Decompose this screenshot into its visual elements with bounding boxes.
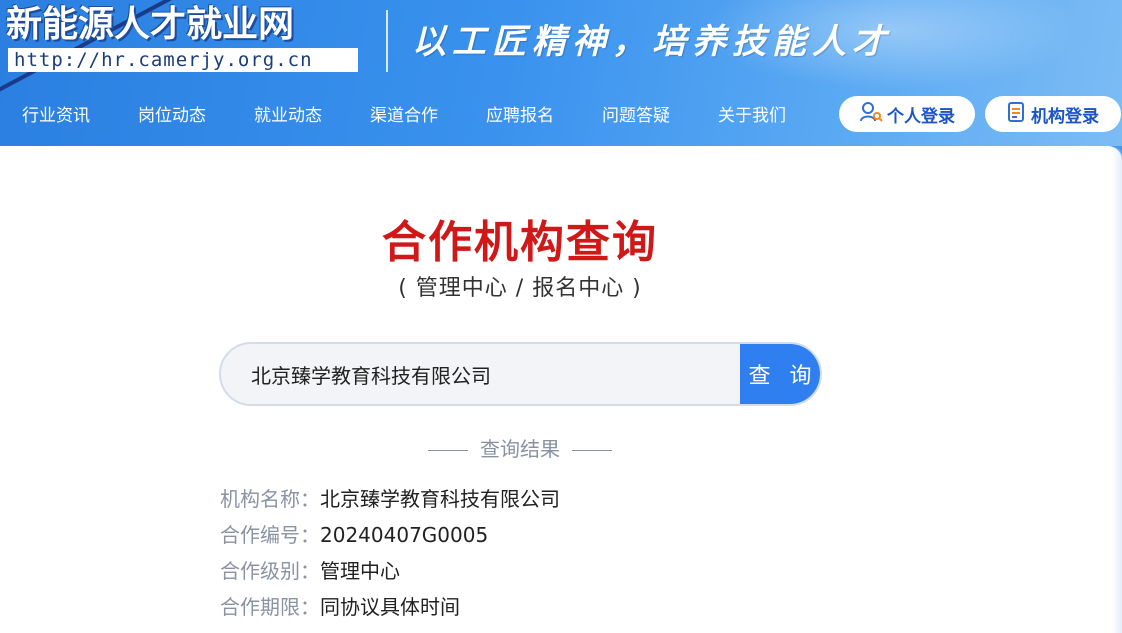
result-row-coop-level: 合作级别：管理中心 <box>220 557 400 585</box>
heading-line-left <box>427 450 468 451</box>
result-value: 北京臻学教育科技有限公司 <box>320 487 560 511</box>
search-button[interactable]: 查 询 <box>740 344 820 404</box>
org-search-input[interactable] <box>221 344 743 404</box>
site-logo[interactable]: 新能源人才就业网 http://hr.camerjy.org.cn <box>6 4 358 74</box>
personal-login-button[interactable]: 个人登录 <box>839 96 975 132</box>
result-value: 同协议具体时间 <box>320 595 460 619</box>
panel-edge <box>1112 146 1122 633</box>
result-row-org-name: 机构名称：北京臻学教育科技有限公司 <box>220 485 560 513</box>
nav-item-industry-news[interactable]: 行业资讯 <box>22 96 90 136</box>
site-url: http://hr.camerjy.org.cn <box>8 48 358 72</box>
result-value: 20240407G0005 <box>320 523 489 547</box>
nav-item-job-updates[interactable]: 岗位动态 <box>138 96 206 136</box>
user-search-icon <box>859 101 887 128</box>
org-login-button[interactable]: 机构登录 <box>985 96 1121 132</box>
result-row-coop-number: 合作编号：20240407G0005 <box>220 521 488 549</box>
site-title: 新能源人才就业网 <box>6 4 295 45</box>
nav-item-application[interactable]: 应聘报名 <box>486 96 554 136</box>
search-bar: 查 询 <box>219 342 822 406</box>
nav-item-channel-cooperation[interactable]: 渠道合作 <box>370 96 438 136</box>
result-heading-label: 查询结果 <box>480 437 560 461</box>
result-heading: 查询结果 <box>0 433 1040 462</box>
logo-divider <box>386 10 388 72</box>
result-key: 合作编号： <box>220 523 320 547</box>
heading-line-right <box>572 450 613 451</box>
result-key: 机构名称： <box>220 487 320 511</box>
nav-item-about-us[interactable]: 关于我们 <box>718 96 786 136</box>
result-value: 管理中心 <box>320 559 400 583</box>
result-key: 合作期限： <box>220 595 320 619</box>
personal-login-label: 个人登录 <box>887 106 955 127</box>
org-login-label: 机构登录 <box>1031 106 1099 127</box>
result-key: 合作级别： <box>220 559 320 583</box>
page-subtitle: ( 管理中心 / 报名中心 ) <box>398 276 642 301</box>
document-icon <box>1007 101 1031 128</box>
nav-item-employment-updates[interactable]: 就业动态 <box>254 96 322 136</box>
site-slogan: 以工匠精神，培养技能人才 <box>412 22 892 62</box>
nav-item-faq[interactable]: 问题答疑 <box>602 96 670 136</box>
result-row-coop-term: 合作期限：同协议具体时间 <box>220 593 460 621</box>
page-title: 合作机构查询 <box>382 217 658 268</box>
